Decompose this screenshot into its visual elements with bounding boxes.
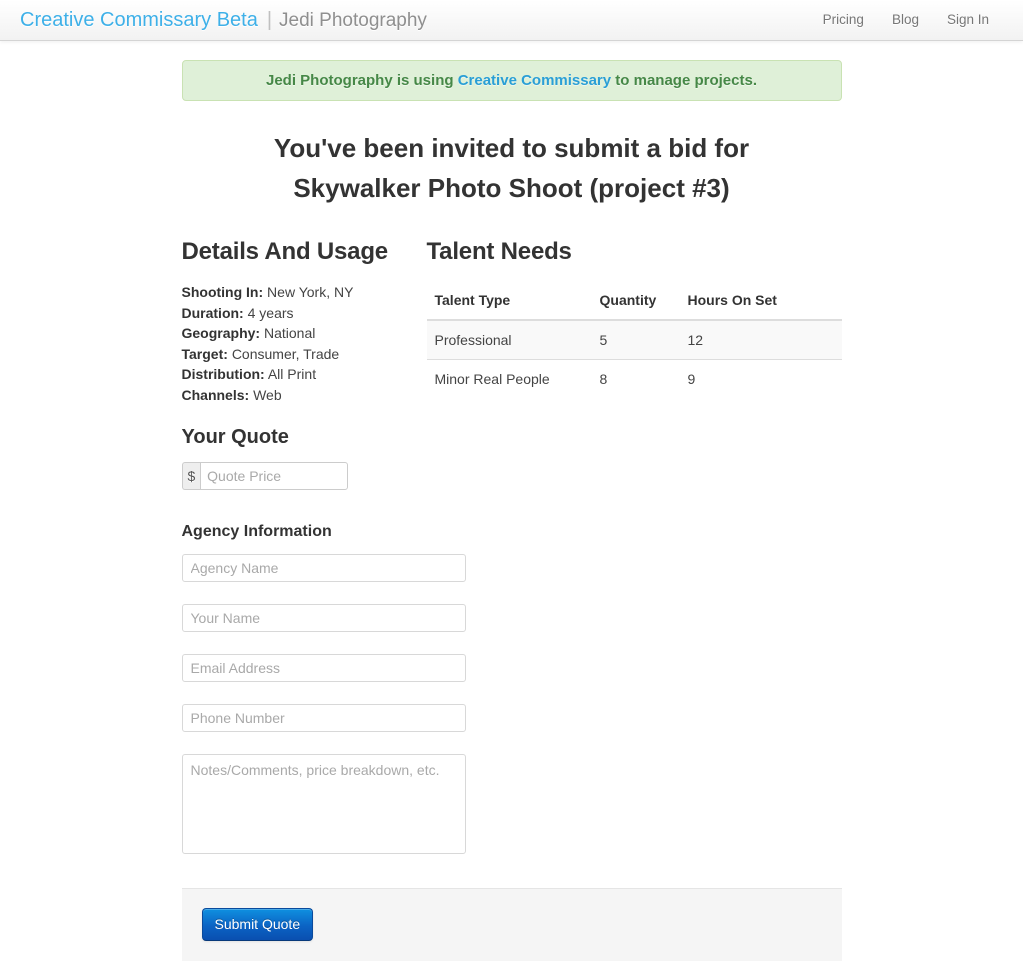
detail-key: Distribution:: [181, 366, 265, 382]
top-navbar: Creative Commissary Beta | Jedi Photogra…: [0, 0, 1023, 41]
cell-quantity: 5: [591, 319, 680, 360]
detail-key: Target:: [181, 345, 228, 362]
details-column: Details And Usage Shooting In: New York,…: [182, 232, 422, 405]
detail-value: 4 years: [247, 304, 294, 321]
banner-prefix-text: Jedi Photography is using: [266, 72, 458, 89]
column-header-quantity: Quantity: [591, 282, 680, 321]
table-row: Professional 5 12: [426, 319, 842, 360]
detail-row-channels: Channels: Web: [182, 385, 422, 406]
quote-heading: Your Quote: [181, 426, 289, 448]
brand-link[interactable]: Creative Commissary Beta: [20, 10, 258, 30]
table-header-row: Talent Type Quantity Hours On Set: [426, 282, 842, 321]
submit-quote-button[interactable]: Submit Quote: [201, 908, 314, 941]
page-container: Jedi Photography is using Creative Commi…: [181, 41, 842, 961]
your-name-input[interactable]: [181, 604, 466, 632]
detail-key: Geography:: [181, 325, 261, 341]
agency-information-heading: Agency Information: [181, 523, 332, 540]
email-address-input[interactable]: [181, 654, 466, 682]
brand-subtitle: Jedi Photography: [279, 9, 427, 31]
details-heading: Details And Usage: [181, 238, 389, 265]
navbar-inner: Creative Commissary Beta | Jedi Photogra…: [0, 0, 1023, 40]
detail-value: All Print: [267, 366, 317, 382]
cell-hours: 12: [679, 319, 842, 360]
detail-value: National: [263, 325, 316, 341]
notes-comments-textarea[interactable]: [181, 754, 466, 854]
phone-number-input[interactable]: [181, 704, 466, 732]
detail-value: Web: [253, 386, 282, 403]
detail-key: Duration:: [181, 304, 244, 321]
table-row: Minor Real People 8 9: [426, 359, 842, 398]
detail-value: Consumer, Trade: [231, 345, 340, 362]
details-talent-row: Details And Usage Shooting In: New York,…: [182, 232, 842, 405]
talent-heading: Talent Needs: [426, 238, 572, 265]
navbar-links: Pricing Blog Sign In: [809, 0, 1003, 40]
cell-talent-type: Professional: [426, 319, 592, 360]
page-title-line-2: Skywalker Photo Shoot (project #3): [293, 173, 730, 203]
page-title-line-1: You've been invited to submit a bid for: [273, 133, 750, 163]
detail-row-geography: Geography: National: [182, 323, 422, 344]
cell-quantity: 8: [591, 359, 680, 398]
details-list: Shooting In: New York, NY Duration: 4 ye…: [182, 282, 422, 405]
currency-symbol-addon: $: [181, 462, 201, 490]
talent-table-head: Talent Type Quantity Hours On Set: [426, 282, 842, 321]
detail-value: New York, NY: [267, 284, 354, 300]
nav-link-sign-in[interactable]: Sign In: [933, 0, 1003, 40]
detail-row-duration: Duration: 4 years: [182, 303, 422, 324]
detail-key: Shooting In:: [181, 284, 264, 300]
status-banner: Jedi Photography is using Creative Commi…: [181, 60, 842, 101]
detail-key: Channels:: [181, 386, 250, 403]
talent-table-body: Professional 5 12 Minor Real People 8 9: [426, 319, 842, 398]
talent-column: Talent Needs Talent Type Quantity Hours …: [422, 232, 842, 405]
detail-row-target: Target: Consumer, Trade: [182, 344, 422, 365]
cell-talent-type: Minor Real People: [426, 359, 592, 398]
banner-link-creative-commissary[interactable]: Creative Commissary: [458, 72, 611, 89]
nav-link-blog[interactable]: Blog: [878, 0, 933, 40]
column-header-talent-type: Talent Type: [426, 282, 592, 321]
nav-link-pricing[interactable]: Pricing: [809, 0, 878, 40]
talent-needs-table: Talent Type Quantity Hours On Set Profes…: [426, 282, 842, 398]
banner-suffix-text: to manage projects.: [611, 72, 757, 89]
quote-section: Your Quote $: [181, 422, 842, 490]
form-actions-bar: Submit Quote: [181, 888, 842, 961]
quote-price-input-group: $: [181, 462, 348, 490]
detail-row-distribution: Distribution: All Print: [182, 364, 422, 385]
column-header-hours-on-set: Hours On Set: [679, 282, 842, 321]
cell-hours: 9: [679, 359, 842, 398]
detail-row-shooting-in: Shooting In: New York, NY: [182, 282, 422, 303]
brand-group: Creative Commissary Beta | Jedi Photogra…: [20, 10, 427, 31]
agency-name-input[interactable]: [181, 554, 466, 582]
brand-separator: |: [266, 8, 273, 31]
agency-information-section: Agency Information: [181, 520, 842, 854]
quote-price-input[interactable]: [200, 462, 348, 490]
page-title: You've been invited to submit a bid for …: [182, 122, 842, 208]
